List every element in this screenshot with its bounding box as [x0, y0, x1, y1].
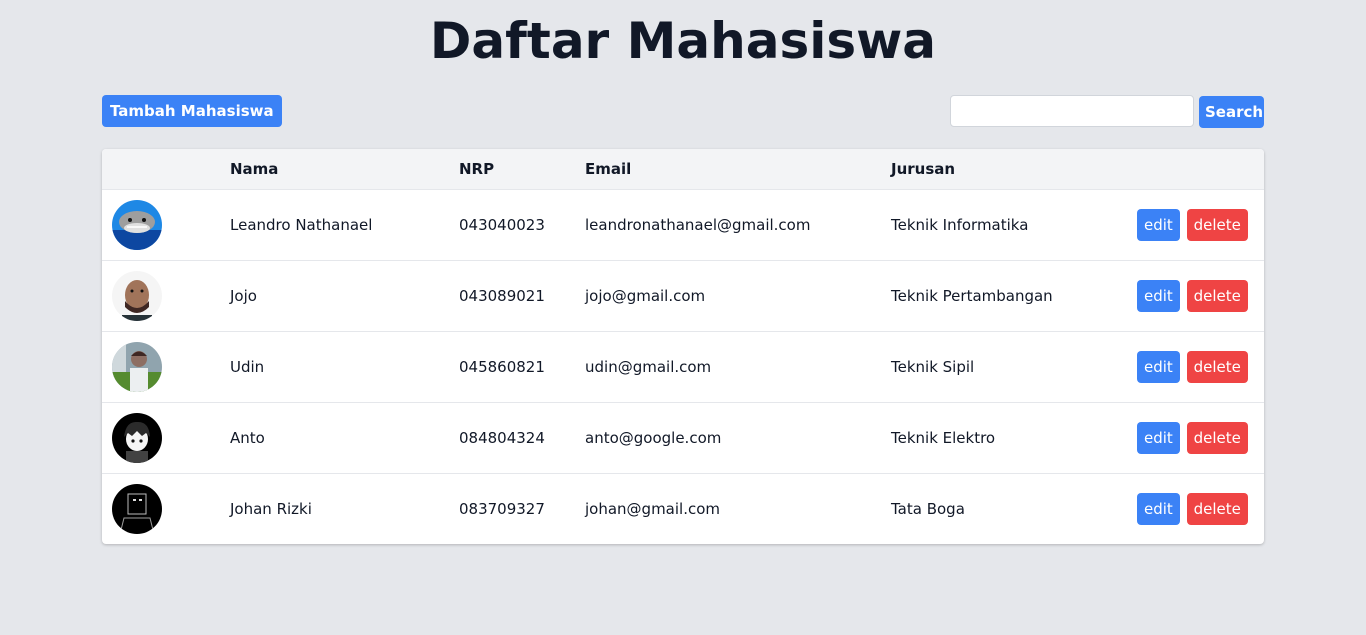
cell-nama: Udin	[230, 357, 265, 376]
cell-email: johan@gmail.com	[585, 499, 721, 518]
student-table: Nama NRP Email Jurusan Leandro Nathanael…	[102, 149, 1264, 544]
header-actions	[1137, 149, 1264, 189]
cell-email: jojo@gmail.com	[585, 286, 706, 305]
cell-jurusan: Tata Boga	[891, 499, 965, 518]
cell-email: udin@gmail.com	[585, 357, 712, 376]
table-row: Johan Rizki 083709327 johan@gmail.com Ta…	[102, 473, 1264, 544]
table-row: Udin 045860821 udin@gmail.com Teknik Sip…	[102, 331, 1264, 402]
table-row: Anto 084804324 anto@google.com Teknik El…	[102, 402, 1264, 473]
dark-figure-avatar-icon	[112, 483, 162, 534]
search-button[interactable]: Search	[1199, 96, 1264, 128]
toolbar: Tambah Mahasiswa Search	[102, 95, 1264, 129]
delete-button[interactable]: delete	[1186, 492, 1248, 525]
cell-actions: edit delete	[1137, 473, 1264, 544]
person-outdoor-avatar-icon	[112, 341, 162, 392]
cell-nrp: 043089021	[459, 286, 545, 305]
cell-email: leandronathanael@gmail.com	[585, 215, 811, 234]
person-photo-avatar-icon	[112, 270, 162, 321]
cell-jurusan: Teknik Elektro	[891, 428, 996, 447]
table-row: Leandro Nathanael 043040023 leandronatha…	[102, 189, 1264, 260]
cell-actions: edit delete	[1137, 260, 1264, 331]
cell-actions: edit delete	[1137, 331, 1264, 402]
delete-button[interactable]: delete	[1186, 421, 1248, 454]
cell-nrp: 083709327	[459, 499, 545, 518]
edit-button[interactable]: edit	[1137, 208, 1180, 241]
table-header-row: Nama NRP Email Jurusan	[102, 149, 1264, 189]
cell-jurusan: Teknik Pertambangan	[891, 286, 1053, 305]
student-table-card: Nama NRP Email Jurusan Leandro Nathanael…	[102, 149, 1264, 544]
edit-button[interactable]: edit	[1137, 350, 1180, 383]
header-nrp: NRP	[459, 159, 495, 178]
cell-nrp: 045860821	[459, 357, 545, 376]
delete-button[interactable]: delete	[1186, 279, 1248, 312]
header-image	[102, 149, 230, 189]
cell-actions: edit delete	[1137, 189, 1264, 260]
header-email: Email	[585, 159, 632, 178]
cell-jurusan: Teknik Sipil	[891, 357, 975, 376]
delete-button[interactable]: delete	[1186, 208, 1248, 241]
cell-jurusan: Teknik Informatika	[891, 215, 1029, 234]
edit-button[interactable]: edit	[1137, 279, 1180, 312]
add-student-button[interactable]: Tambah Mahasiswa	[102, 95, 282, 127]
shark-avatar-icon	[112, 199, 162, 250]
cell-nrp: 043040023	[459, 215, 545, 234]
edit-button[interactable]: edit	[1137, 492, 1180, 525]
header-nama: Nama	[230, 159, 279, 178]
table-row: Jojo 043089021 jojo@gmail.com Teknik Per…	[102, 260, 1264, 331]
edit-button[interactable]: edit	[1137, 421, 1180, 454]
page-title: Daftar Mahasiswa	[429, 12, 937, 70]
cell-nama: Johan Rizki	[230, 499, 312, 518]
delete-button[interactable]: delete	[1186, 350, 1248, 383]
search-input[interactable]	[950, 95, 1194, 127]
cell-nama: Leandro Nathanael	[230, 215, 373, 234]
cell-actions: edit delete	[1137, 402, 1264, 473]
cell-nama: Jojo	[230, 286, 257, 305]
anime-avatar-icon	[112, 412, 162, 463]
cell-nrp: 084804324	[459, 428, 545, 447]
cell-nama: Anto	[230, 428, 265, 447]
cell-email: anto@google.com	[585, 428, 722, 447]
header-jurusan: Jurusan	[891, 159, 956, 178]
